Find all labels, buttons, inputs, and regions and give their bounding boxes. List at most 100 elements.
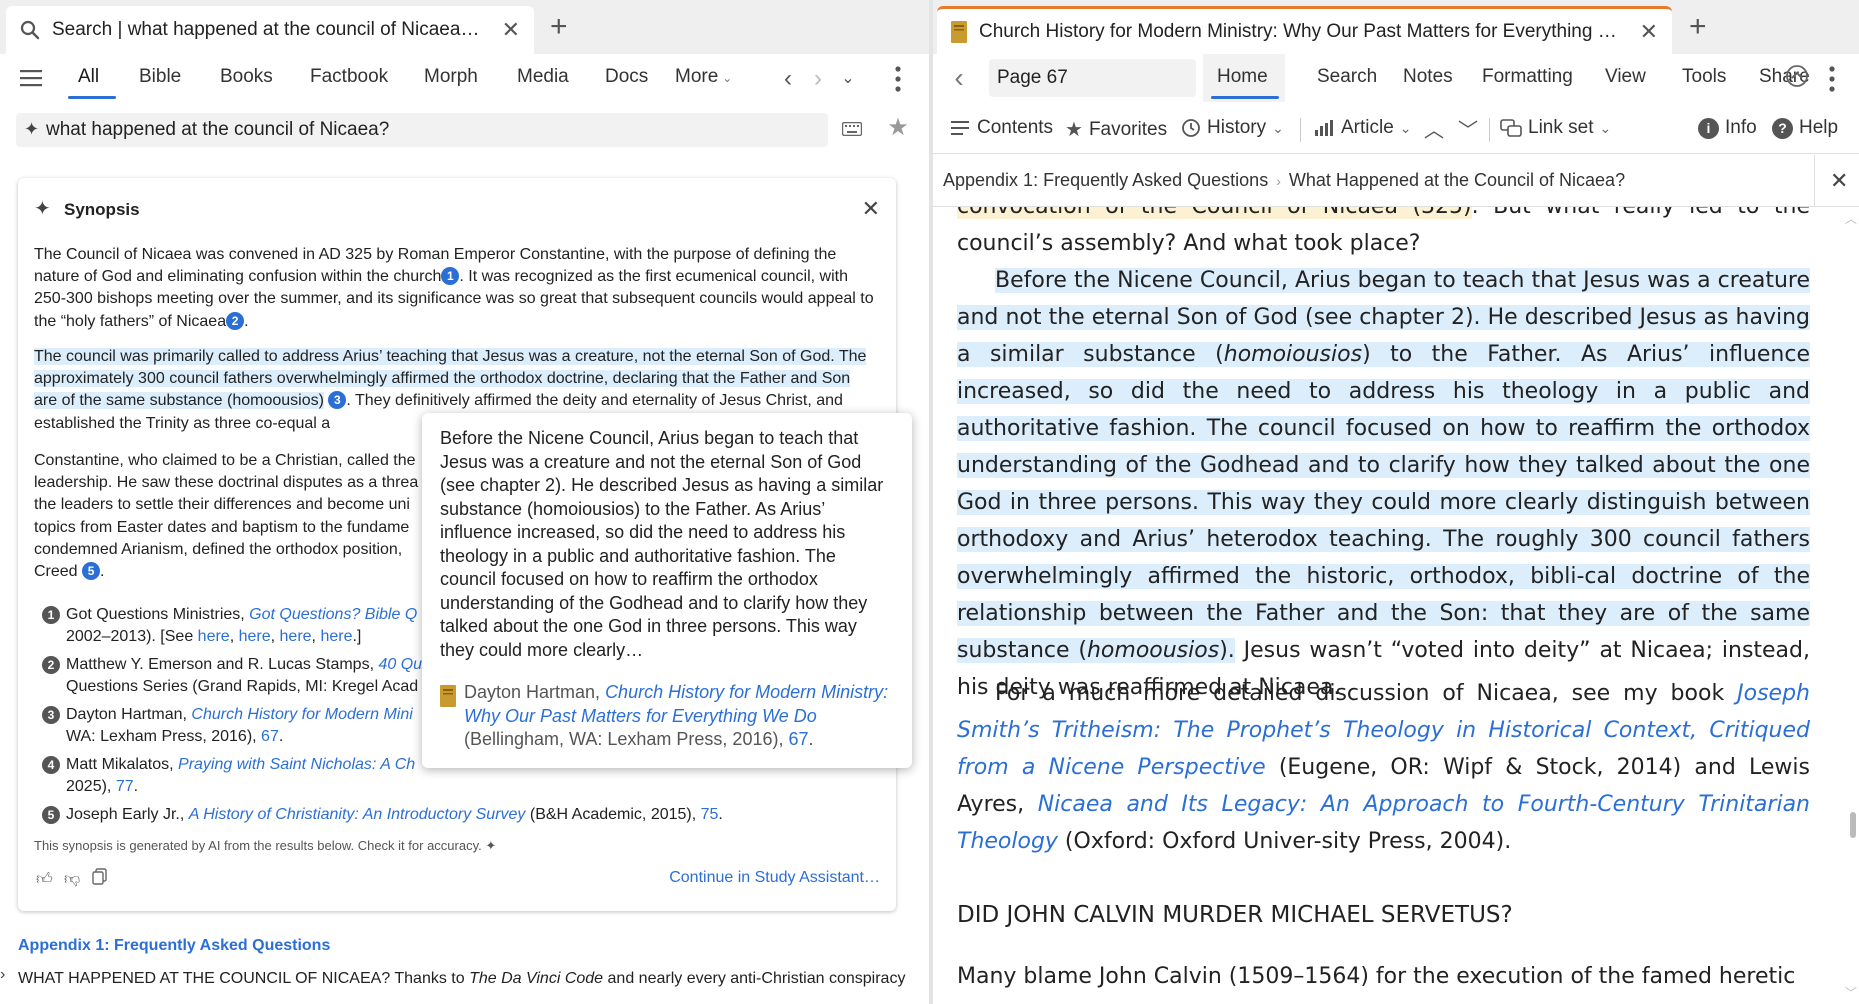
- synopsis-paragraph-1: The Council of Nicaea was convened in AD…: [34, 246, 874, 330]
- menu-search[interactable]: Search: [1317, 66, 1377, 88]
- highlighted-term: homoiousios: [1223, 342, 1363, 367]
- here-link[interactable]: here: [198, 628, 230, 645]
- page-number-input[interactable]: Page 67: [989, 59, 1196, 97]
- footnote-page-link[interactable]: 67: [261, 728, 279, 745]
- expand-chevron-icon[interactable]: ›: [0, 966, 5, 984]
- tab-bible[interactable]: Bible: [139, 66, 181, 88]
- sparkle-icon: ✦: [485, 838, 497, 853]
- menu-home[interactable]: Home: [1217, 66, 1268, 88]
- close-synopsis-icon[interactable]: ✕: [862, 196, 880, 222]
- highlighted-phrase: convocation of the Council of Nicaea (32…: [957, 207, 1472, 219]
- synopsis-p3-line: Creed: [34, 563, 78, 581]
- close-tab-icon[interactable]: ✕: [502, 17, 520, 43]
- help-button[interactable]: ? Help: [1772, 117, 1838, 139]
- footnote-author: Joseph Early Jr.,: [66, 806, 189, 823]
- link-set-button[interactable]: Link set ⌄: [1500, 117, 1611, 139]
- section-heading: DID JOHN CALVIN MURDER MICHAEL SERVETUS?: [957, 902, 1513, 928]
- reading-text: For a much more detailed discussion of N…: [995, 681, 1738, 706]
- tab-all[interactable]: All: [78, 66, 99, 88]
- scroll-up-icon[interactable]: ︿: [1845, 210, 1857, 227]
- favorites-button[interactable]: ★ Favorites: [1065, 117, 1167, 142]
- history-button[interactable]: History ⌄: [1181, 117, 1284, 139]
- add-tab-icon[interactable]: +: [1689, 12, 1707, 42]
- result-heading-link[interactable]: Appendix 1: Frequently Asked Questions: [18, 937, 330, 955]
- article-button[interactable]: Article ⌄: [1315, 117, 1412, 139]
- close-panel-icon[interactable]: ✕: [1830, 168, 1848, 194]
- hamburger-menu-icon[interactable]: [18, 66, 44, 90]
- tab-media[interactable]: Media: [517, 66, 569, 88]
- here-link[interactable]: here: [280, 628, 312, 645]
- reading-text: (Oxford: Oxford Univer-sity Press, 2004)…: [1057, 829, 1512, 854]
- citation-marker[interactable]: 5: [82, 562, 101, 581]
- close-tab-icon[interactable]: ✕: [1640, 19, 1658, 45]
- footnote-number: 4: [42, 756, 60, 774]
- here-link[interactable]: here: [320, 628, 352, 645]
- breadcrumb-item[interactable]: Appendix 1: Frequently Asked Questions: [943, 170, 1268, 190]
- sync-icon[interactable]: [1785, 64, 1809, 93]
- footnote-title-link[interactable]: 40 Qu: [378, 656, 422, 673]
- search-query-text: what happened at the council of Nicaea?: [46, 119, 390, 140]
- tab-more[interactable]: More ⌄: [675, 66, 732, 88]
- continue-study-assistant-link[interactable]: Continue in Study Assistant…: [669, 869, 880, 887]
- contents-button[interactable]: Contents: [951, 117, 1053, 139]
- more-options-icon[interactable]: [892, 64, 904, 94]
- menu-view[interactable]: View: [1605, 66, 1646, 88]
- chevron-down-icon: ⌄: [1272, 119, 1284, 136]
- tab-morph[interactable]: Morph: [424, 66, 478, 88]
- footnote-page-link[interactable]: 75: [701, 806, 719, 823]
- search-input[interactable]: ✦ what happened at the council of Nicaea…: [16, 113, 828, 147]
- back-arrow-icon[interactable]: ‹: [949, 62, 969, 93]
- star-icon[interactable]: ★: [885, 114, 911, 141]
- footnote-title-link[interactable]: Praying with Saint Nicholas: A Ch: [178, 756, 415, 773]
- back-arrow-icon[interactable]: ‹: [778, 65, 798, 92]
- here-link[interactable]: here: [239, 628, 271, 645]
- tab-books[interactable]: Books: [220, 66, 273, 88]
- thumbs-up-icon[interactable]: 👍︎: [36, 870, 53, 889]
- chevron-down-icon[interactable]: ﹀: [1457, 116, 1479, 142]
- sparkle-icon: ✦: [24, 119, 40, 139]
- tab-factbook[interactable]: Factbook: [310, 66, 388, 88]
- citation-marker[interactable]: 1: [441, 267, 460, 286]
- popup-source-author: Dayton Hartman,: [464, 682, 606, 702]
- toolbar-separator: [1300, 118, 1301, 142]
- popup-source-page-link[interactable]: 67: [788, 729, 808, 749]
- citation-marker[interactable]: 2: [226, 311, 245, 330]
- help-label: Help: [1799, 117, 1839, 138]
- book-tab[interactable]: Church History for Modern Ministry: Why …: [937, 6, 1672, 54]
- scrollbar-thumb[interactable]: [1850, 812, 1856, 838]
- menu-notes[interactable]: Notes: [1403, 66, 1453, 88]
- star-icon: ★: [1065, 119, 1083, 141]
- chevron-up-icon[interactable]: ︿: [1423, 116, 1445, 142]
- tab-docs[interactable]: Docs: [605, 66, 648, 88]
- search-tab[interactable]: Search | what happened at the council of…: [6, 6, 534, 54]
- menu-tools[interactable]: Tools: [1682, 66, 1726, 88]
- scroll-down-icon[interactable]: ﹀: [1845, 984, 1857, 1001]
- keyboard-icon[interactable]: [841, 120, 863, 138]
- footnote-author: Matthew Y. Emerson and R. Lucas Stamps,: [66, 656, 379, 673]
- footnote-title-link[interactable]: Church History for Modern Mini: [191, 706, 412, 723]
- footnote-title-link[interactable]: A History of Christianity: An Introducto…: [189, 806, 526, 823]
- footnote-page-link[interactable]: 77: [116, 778, 134, 795]
- result-snippet-a: WHAT HAPPENED AT THE COUNCIL OF NICAEA? …: [18, 970, 470, 987]
- info-label: Info: [1725, 117, 1757, 138]
- reading-text: Many blame John Calvin (1509–1564) for t…: [957, 964, 1796, 989]
- citation-marker[interactable]: 3: [328, 391, 347, 410]
- history-dropdown-icon[interactable]: ⌄: [838, 68, 858, 88]
- breadcrumb-item[interactable]: What Happened at the Council of Nicaea?: [1289, 170, 1625, 190]
- reading-paragraph: For a much more detailed discussion of N…: [957, 675, 1810, 860]
- menu-formatting[interactable]: Formatting: [1482, 66, 1573, 88]
- highlighted-term: homoousios: [1086, 638, 1220, 663]
- more-options-icon[interactable]: [1826, 64, 1838, 94]
- forward-arrow-icon[interactable]: ›: [808, 65, 828, 92]
- thumbs-down-icon[interactable]: 👎︎: [64, 870, 80, 889]
- info-button[interactable]: i Info: [1698, 117, 1757, 139]
- copy-icon[interactable]: [92, 868, 108, 891]
- search-icon: [20, 20, 40, 40]
- link-icon: [1500, 119, 1522, 137]
- result-snippet-b: and nearly every anti-Christian conspira…: [603, 970, 906, 987]
- list-icon: [951, 120, 969, 136]
- add-tab-icon[interactable]: +: [550, 12, 568, 42]
- synopsis-title: Synopsis: [64, 200, 140, 219]
- footnote-title-link[interactable]: Got Questions? Bible Q: [249, 606, 417, 623]
- popup-excerpt: Before the Nicene Council, Arius began t…: [440, 428, 884, 660]
